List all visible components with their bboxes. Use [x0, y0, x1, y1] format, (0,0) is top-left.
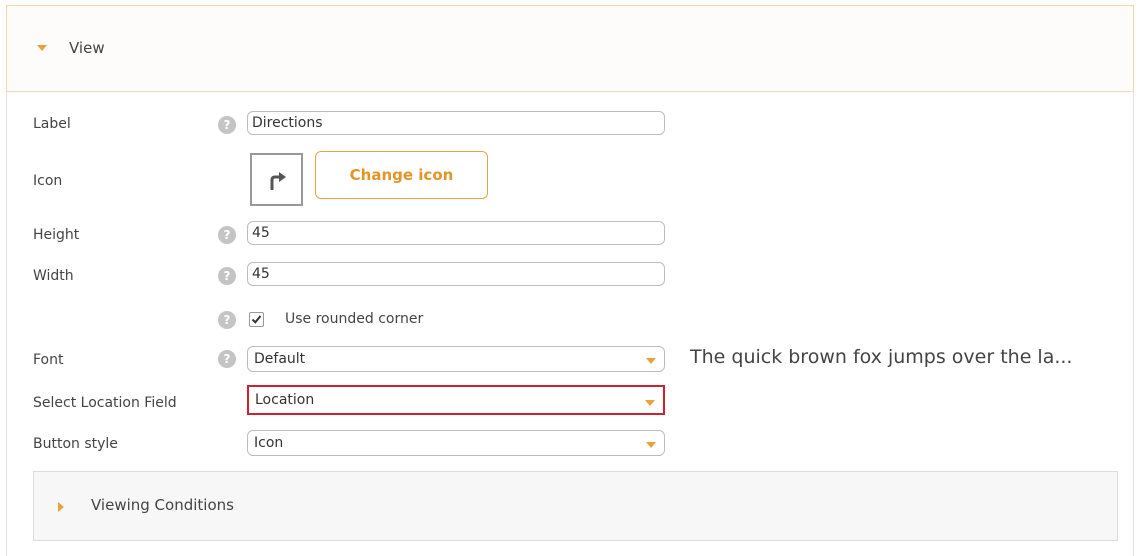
view-section-header[interactable]: View [6, 5, 1134, 92]
height-input[interactable]: 45 [247, 221, 665, 245]
font-field-label: Font [33, 352, 64, 368]
font-select[interactable]: Default [247, 346, 665, 372]
width-field-label: Width [33, 268, 74, 284]
label-input[interactable]: Directions [247, 111, 665, 135]
width-input[interactable]: 45 [247, 262, 665, 286]
chevron-down-icon [646, 442, 656, 448]
chevron-down-icon [646, 358, 656, 364]
change-icon-button[interactable]: Change icon [315, 151, 488, 199]
location-select-value: Location [255, 392, 315, 408]
rounded-corner-checkbox[interactable] [249, 312, 264, 327]
turn-right-arrow-icon [270, 172, 286, 190]
height-help-icon[interactable]: ? [218, 226, 236, 244]
icon-field-label: Icon [33, 173, 63, 189]
rounded-corner-label: Use rounded corner [285, 311, 424, 327]
button-style-field-label: Button style [33, 436, 118, 452]
font-select-value: Default [254, 351, 306, 367]
height-field-label: Height [33, 227, 80, 243]
location-field-label: Select Location Field [33, 395, 177, 411]
chevron-down-icon [645, 400, 655, 406]
checkmark-icon [251, 315, 262, 324]
button-style-select-value: Icon [254, 435, 284, 451]
icon-preview [250, 153, 303, 206]
font-help-icon[interactable]: ? [218, 350, 236, 368]
font-preview-text: The quick brown fox jumps over the la... [690, 346, 1073, 368]
caret-right-icon [58, 502, 64, 512]
location-field-select[interactable]: Location [247, 385, 665, 415]
viewing-conditions-header[interactable]: Viewing Conditions [33, 471, 1118, 541]
rounded-corner-help-icon[interactable]: ? [218, 311, 236, 329]
viewing-conditions-title: Viewing Conditions [91, 496, 234, 514]
view-section-title: View [69, 39, 105, 57]
button-style-select[interactable]: Icon [247, 430, 665, 456]
width-help-icon[interactable]: ? [218, 267, 236, 285]
label-field-label: Label [33, 116, 71, 132]
caret-down-icon [37, 45, 47, 51]
label-help-icon[interactable]: ? [218, 116, 236, 134]
